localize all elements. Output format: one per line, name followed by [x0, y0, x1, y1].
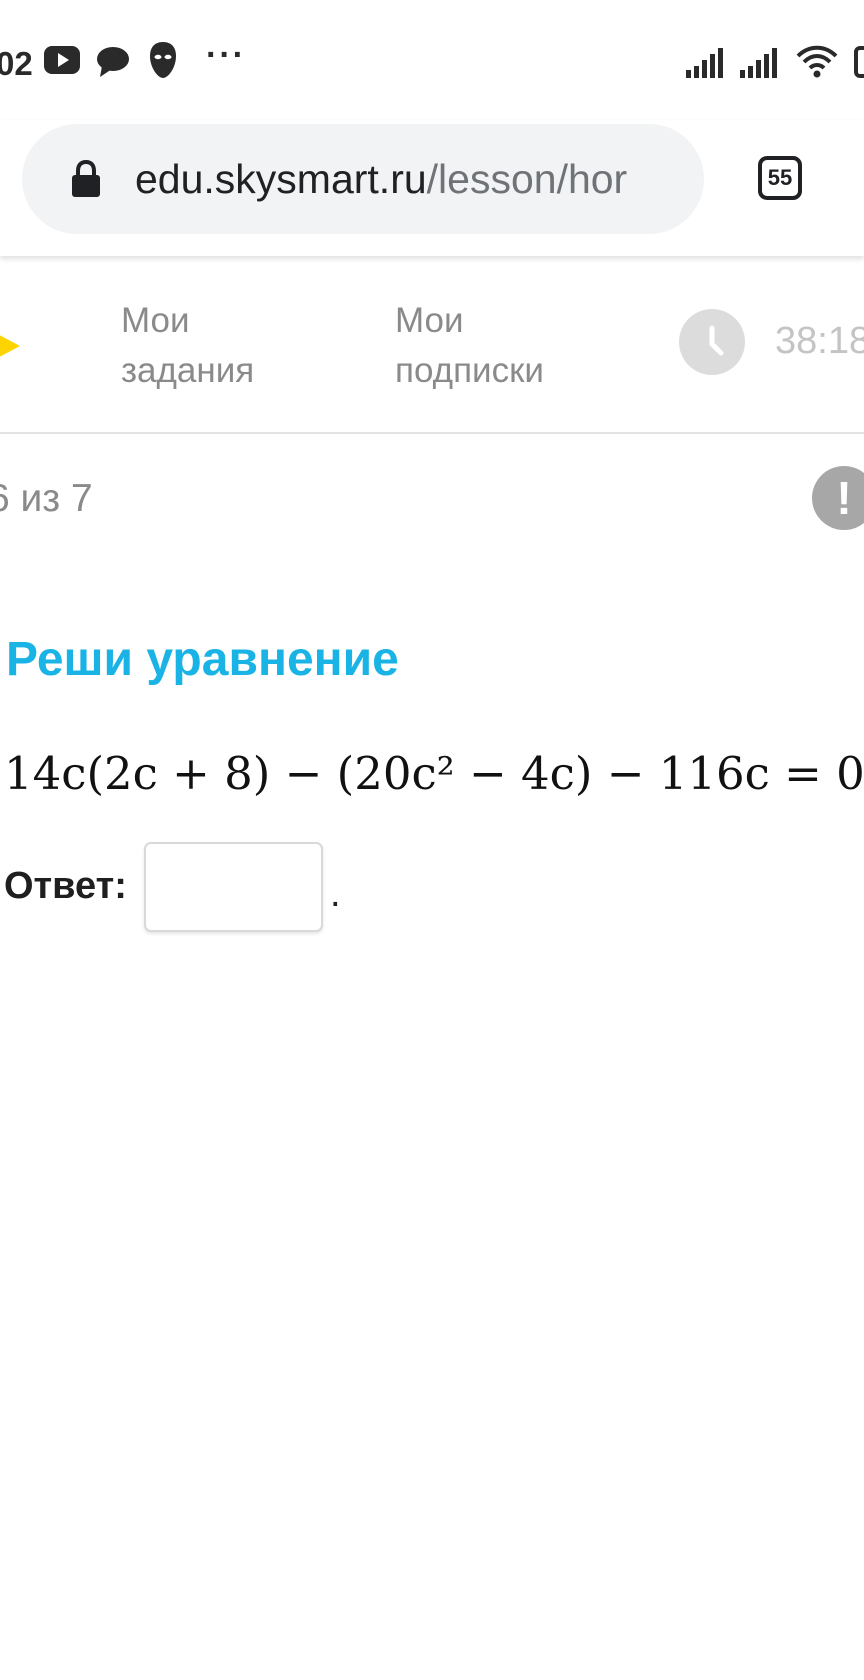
- nav-my-tasks[interactable]: Мои задания: [121, 296, 341, 396]
- answer-label: Ответ:: [4, 865, 127, 907]
- wifi-icon: [796, 45, 838, 78]
- task-title: Реши уравнение: [6, 633, 399, 686]
- answer-period: .: [330, 873, 341, 915]
- logo-icon[interactable]: [0, 329, 20, 363]
- answer-input[interactable]: [144, 842, 323, 932]
- nav-my-subscriptions[interactable]: Мои подписки: [395, 296, 615, 396]
- address-bar[interactable]: edu.skysmart.ru/lesson/hor: [22, 124, 704, 234]
- more-dots-icon: ···: [206, 36, 246, 74]
- url-text[interactable]: edu.skysmart.ru/lesson/hor: [135, 154, 680, 204]
- task-progress: 6 из 7: [0, 477, 93, 520]
- browser-toolbar: edu.skysmart.ru/lesson/hor 55: [0, 120, 864, 256]
- chat-bubble-icon: [97, 47, 129, 77]
- status-time: 02: [0, 45, 33, 82]
- youtube-icon: [44, 46, 80, 74]
- page: 02 ··· edu.skysmart.ru/lesson/hor 55 Мои…: [0, 0, 864, 1680]
- nav-my-tasks-line-1: Мои: [121, 301, 190, 340]
- nav-my-subscriptions-line-1: Мои: [395, 301, 464, 340]
- task-equation: 14c(2c + 8) − (20c² − 4c) − 116c = 0.: [4, 747, 864, 800]
- mask-icon: [150, 42, 176, 78]
- url-path: /lesson/hor: [426, 156, 628, 202]
- site-header: Мои задания Мои подписки 38:18: [0, 256, 864, 434]
- clock-icon: [679, 309, 745, 375]
- signal-icon: [740, 48, 777, 78]
- tab-switcher-button[interactable]: 55: [758, 156, 802, 200]
- signal-icon: [686, 48, 723, 78]
- lock-icon: [72, 160, 100, 197]
- status-bar: 02 ···: [0, 0, 864, 120]
- nav-my-tasks-line-2: задания: [121, 351, 255, 390]
- report-problem-icon[interactable]: !: [812, 466, 864, 530]
- battery-icon: [854, 46, 864, 78]
- url-domain: edu.skysmart.ru: [135, 156, 427, 202]
- nav-my-subscriptions-line-2: подписки: [395, 351, 544, 390]
- timer-text: 38:18: [775, 320, 864, 362]
